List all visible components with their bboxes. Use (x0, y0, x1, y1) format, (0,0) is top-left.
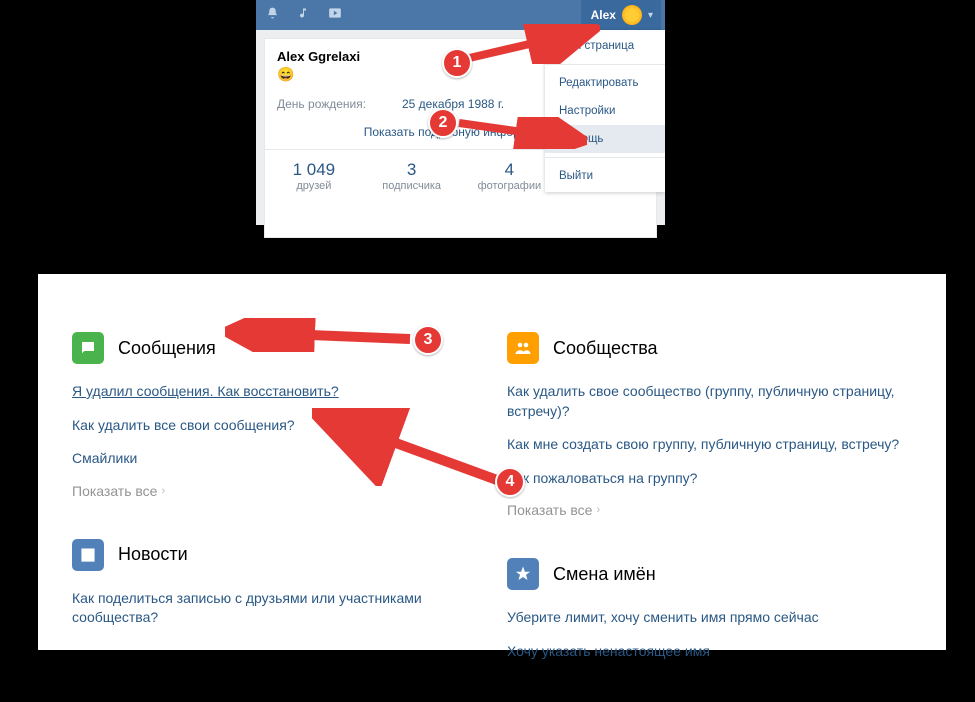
help-link[interactable]: Как пожаловаться на группу? (507, 469, 912, 489)
annotation-arrow-2 (457, 117, 587, 149)
annotation-badge-2: 2 (428, 108, 458, 138)
news-icon (72, 539, 104, 571)
play-icon[interactable] (327, 6, 343, 25)
help-link[interactable]: Я удалил сообщения. Как восстановить? (72, 382, 477, 402)
bell-icon[interactable] (266, 6, 279, 25)
annotation-badge-4: 4 (495, 467, 525, 497)
annotation-arrow-3 (225, 318, 415, 352)
annotation-arrow-1 (460, 24, 600, 64)
help-title: Сообщения (118, 338, 216, 359)
chevron-right-icon: › (161, 485, 165, 497)
stat-friends[interactable]: 1 049 друзей (265, 160, 363, 192)
help-link[interactable]: Хочу указать ненастоящее имя (507, 642, 912, 662)
help-link[interactable]: Как поделиться записью с друзьями или уч… (72, 589, 477, 628)
stat-followers[interactable]: 3 подписчика (363, 160, 461, 192)
chevron-down-icon: ▾ (648, 10, 653, 21)
help-block-news: Новости Как поделиться записью с друзьям… (72, 539, 477, 628)
annotation-badge-3: 3 (413, 325, 443, 355)
group-icon (507, 332, 539, 364)
menu-logout[interactable]: Выйти (545, 162, 665, 190)
stat-photos[interactable]: 4 фотографии (461, 160, 559, 192)
help-link[interactable]: Уберите лимит, хочу сменить имя прямо се… (507, 608, 912, 628)
help-link[interactable]: Как удалить свое сообщество (группу, пуб… (507, 382, 912, 421)
username: Alex (591, 8, 616, 22)
annotation-badge-1: 1 (442, 48, 472, 78)
help-block-names: Смена имён Уберите лимит, хочу сменить и… (507, 558, 912, 661)
chevron-right-icon: › (596, 504, 600, 516)
help-title: Смена имён (553, 564, 656, 585)
menu-edit[interactable]: Редактировать (545, 69, 665, 97)
divider (545, 157, 665, 158)
birthday-value: 25 декабря 1988 г. (402, 97, 504, 111)
avatar (622, 5, 642, 25)
music-icon[interactable] (297, 6, 309, 25)
message-icon (72, 332, 104, 364)
divider (545, 64, 665, 65)
help-title: Сообщества (553, 338, 658, 359)
birthday-label: День рождения: (277, 97, 402, 111)
show-all[interactable]: Показать все › (507, 502, 912, 518)
help-block-communities: Сообщества Как удалить свое сообщество (… (507, 332, 912, 518)
annotation-arrow-4 (312, 408, 502, 486)
star-icon (507, 558, 539, 590)
help-link[interactable]: Как мне создать свою группу, публичную с… (507, 435, 912, 455)
help-title: Новости (118, 544, 188, 565)
